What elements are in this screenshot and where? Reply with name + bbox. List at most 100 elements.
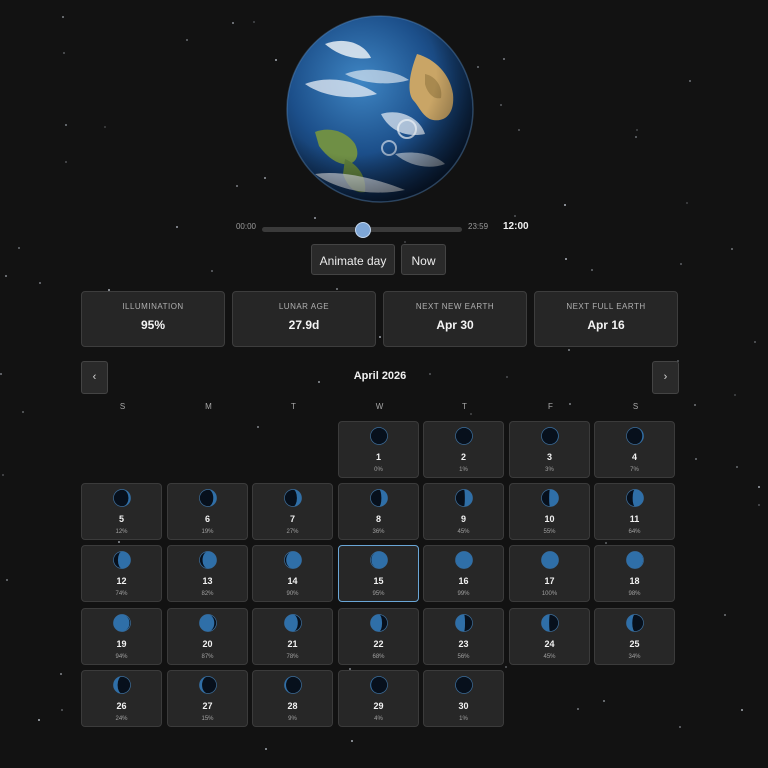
earth-phase-icon [284,551,302,569]
calendar-day-15[interactable]: 15 95% [338,545,419,602]
day-number: 27 [202,701,213,711]
calendar-day-11[interactable]: 11 64% [594,483,675,540]
day-illumination: 1% [459,716,468,722]
day-number: 19 [116,639,127,649]
day-illumination: 19% [201,529,214,535]
earth-phase-icon [370,551,388,569]
calendar-day-28[interactable]: 28 9% [252,670,333,727]
earth-phase-icon [284,489,302,507]
animate-day-button[interactable]: Animate day [311,244,395,275]
stat-value: 27.9d [288,318,320,332]
calendar-day-9[interactable]: 9 45% [423,483,504,540]
calendar-day-14[interactable]: 14 90% [252,545,333,602]
earth-phase-icon [113,551,131,569]
calendar-day-18[interactable]: 18 98% [594,545,675,602]
day-illumination: 15% [201,716,214,722]
calendar-day-8[interactable]: 8 36% [338,483,419,540]
day-number: 30 [458,701,469,711]
weekday-header: S [632,402,639,411]
earth-phase-icon [455,551,473,569]
calendar-day-16[interactable]: 16 99% [423,545,504,602]
earth-phase-icon [370,489,388,507]
day-illumination: 82% [201,591,214,597]
now-button[interactable]: Now [401,244,446,275]
calendar-day-22[interactable]: 22 68% [338,608,419,665]
day-number: 8 [375,514,381,524]
slider-thumb[interactable] [355,222,371,238]
current-time-label: 12:00 [503,221,529,232]
day-number: 22 [373,639,384,649]
day-illumination: 12% [115,529,128,535]
day-number: 4 [631,452,637,462]
day-illumination: 68% [372,654,385,660]
earth-phase-icon [199,489,217,507]
stat-label: ILLUMINATION [122,302,184,311]
day-illumination: 74% [115,591,128,597]
stat-next-new-earth: NEXT NEW EARTH Apr 30 [383,291,527,347]
time-start-label: 00:00 [235,222,256,231]
earth-globe-icon[interactable] [285,14,475,204]
calendar-day-19[interactable]: 19 94% [81,608,162,665]
day-number: 5 [118,514,124,524]
day-illumination: 90% [286,591,299,597]
earth-phase-icon [284,614,302,632]
calendar-day-12[interactable]: 12 74% [81,545,162,602]
day-illumination: 87% [201,654,214,660]
day-number: 14 [287,576,298,586]
calendar-day-6[interactable]: 6 19% [167,483,248,540]
day-number: 20 [202,639,213,649]
day-number: 23 [458,639,469,649]
day-number: 13 [202,576,213,586]
day-number: 15 [373,576,384,586]
calendar-day-25[interactable]: 25 34% [594,608,675,665]
day-number: 1 [375,452,381,462]
earth-phase-icon [284,676,302,694]
weekday-header: T [462,402,467,411]
calendar-day-10[interactable]: 10 55% [509,483,590,540]
calendar-day-2[interactable]: 2 1% [423,421,504,478]
day-illumination: 34% [628,654,641,660]
earth-phase-icon [370,427,388,445]
weekday-header: M [205,402,212,411]
day-number: 9 [460,514,466,524]
calendar-day-29[interactable]: 29 4% [338,670,419,727]
day-illumination: 9% [288,716,297,722]
calendar-day-21[interactable]: 21 78% [252,608,333,665]
day-illumination: 7% [630,467,639,473]
calendar-day-27[interactable]: 27 15% [167,670,248,727]
day-illumination: 78% [286,654,299,660]
time-slider[interactable] [262,218,462,240]
day-illumination: 4% [374,716,383,722]
earth-phase-icon [541,427,559,445]
day-illumination: 36% [372,529,385,535]
calendar-day-5[interactable]: 5 12% [81,483,162,540]
calendar-day-1[interactable]: 1 0% [338,421,419,478]
calendar-day-7[interactable]: 7 27% [252,483,333,540]
calendar-day-30[interactable]: 30 1% [423,670,504,727]
earth-phase-icon [455,676,473,694]
calendar-day-13[interactable]: 13 82% [167,545,248,602]
day-illumination: 98% [628,591,641,597]
calendar-day-17[interactable]: 17 100% [509,545,590,602]
day-number: 10 [544,514,555,524]
day-illumination: 3% [545,467,554,473]
next-month-button[interactable]: › [652,361,679,394]
day-illumination: 100% [541,591,558,597]
earth-phase-icon [541,551,559,569]
calendar-day-20[interactable]: 20 87% [167,608,248,665]
calendar-day-26[interactable]: 26 24% [81,670,162,727]
day-number: 18 [629,576,640,586]
calendar-day-24[interactable]: 24 45% [509,608,590,665]
calendar-day-4[interactable]: 4 7% [594,421,675,478]
earth-phase-icon [199,551,217,569]
day-illumination: 64% [628,529,641,535]
calendar-day-23[interactable]: 23 56% [423,608,504,665]
calendar-day-3[interactable]: 3 3% [509,421,590,478]
day-illumination: 24% [115,716,128,722]
earth-phase-icon [626,551,644,569]
day-number: 2 [460,452,466,462]
day-number: 21 [287,639,298,649]
day-number: 17 [544,576,555,586]
earth-phase-icon [199,676,217,694]
month-title: April 2026 [353,370,407,382]
